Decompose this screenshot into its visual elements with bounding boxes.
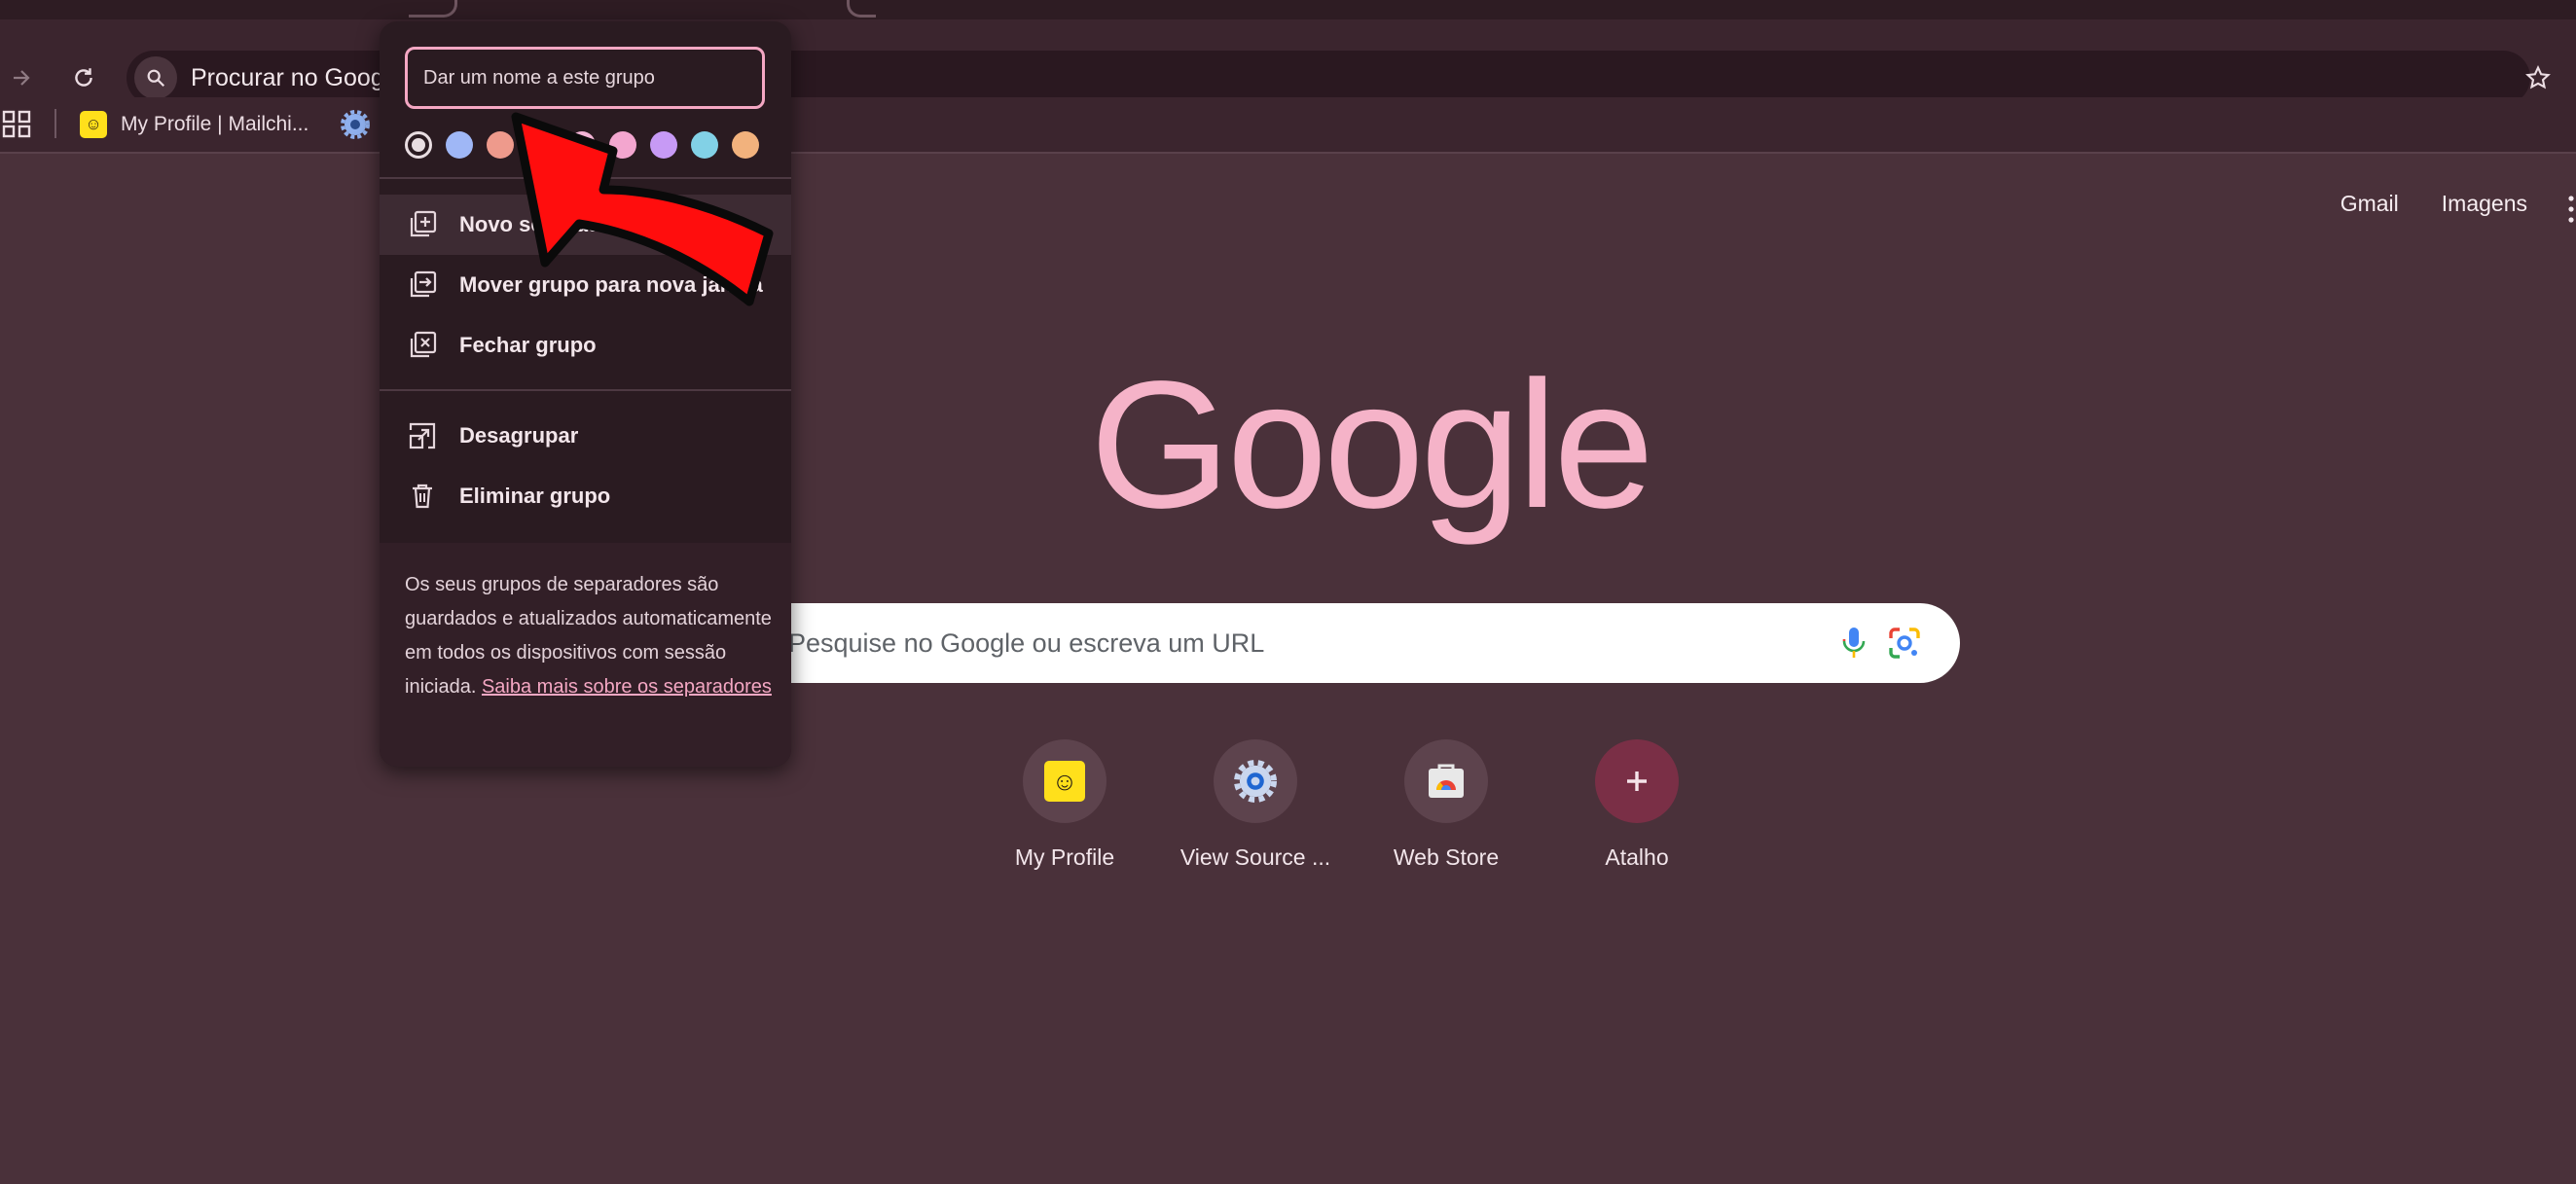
browser-window: Procurar no Goog ☺ My Profile | Mailchi.… — [0, 0, 2576, 1184]
color-swatch-grey[interactable] — [405, 131, 432, 159]
trash-icon — [413, 484, 432, 509]
menu-footer: Os seus grupos de separadores são guarda… — [380, 543, 791, 767]
shortcut-my-profile[interactable]: ☺ My Profile — [969, 739, 1160, 871]
search-icon — [134, 56, 177, 99]
gear-icon — [1234, 760, 1277, 803]
ntp-search-box[interactable]: Pesquise no Google ou escreva um URL — [740, 603, 1960, 683]
mailchimp-icon: ☺ — [80, 111, 107, 138]
shortcut-add[interactable]: Atalho — [1542, 739, 1732, 871]
reload-icon — [75, 68, 92, 87]
move-window-icon — [410, 270, 437, 298]
menu-divider — [380, 389, 791, 391]
close-group-item[interactable]: Fechar grupo — [380, 315, 791, 376]
webstore-icon — [1429, 764, 1464, 798]
menu-item-label: Eliminar grupo — [459, 484, 611, 508]
bookmark-label: My Profile | Mailchi... — [121, 113, 309, 135]
tab-edge[interactable] — [409, 0, 457, 18]
gear-icon — [341, 110, 370, 139]
forward-arrow-icon — [14, 70, 30, 86]
shortcut-web-store[interactable]: Web Store — [1351, 739, 1542, 871]
shortcut-tile: ☺ — [1023, 739, 1107, 823]
shortcut-label: Atalho — [1605, 844, 1669, 870]
shortcut-tile — [1595, 739, 1679, 823]
reload-button[interactable] — [62, 56, 105, 99]
tab-strip — [0, 0, 2576, 19]
more-dots-icon[interactable] — [2566, 195, 2576, 224]
shortcut-label: Web Store — [1393, 844, 1500, 870]
menu-item-label: Fechar grupo — [459, 333, 597, 357]
footer-text: Os seus grupos de separadores são guarda… — [405, 568, 775, 704]
tab-edge[interactable] — [847, 0, 876, 18]
shortcut-tile — [1214, 739, 1297, 823]
forward-button[interactable] — [0, 56, 43, 99]
mailchimp-icon: ☺ — [1044, 761, 1085, 802]
search-placeholder: Pesquise no Google ou escreva um URL — [788, 628, 1265, 658]
annotation-arrow — [511, 112, 774, 306]
images-link[interactable]: Imagens — [2442, 191, 2527, 217]
gmail-link[interactable]: Gmail — [2340, 191, 2399, 217]
lens-icon[interactable] — [1888, 627, 1921, 660]
microphone-icon[interactable] — [1841, 627, 1867, 660]
delete-group-item[interactable]: Eliminar grupo — [380, 466, 791, 526]
apps-icon[interactable] — [2, 108, 33, 139]
ungroup-icon — [409, 422, 436, 449]
google-logo: Google — [1090, 344, 1654, 546]
close-group-icon — [410, 331, 437, 358]
shortcut-tile — [1404, 739, 1488, 823]
learn-more-link[interactable]: Saiba mais sobre os separadores — [482, 676, 772, 698]
bookmark-view-source[interactable] — [341, 105, 370, 144]
bookmark-mailchimp[interactable]: ☺ My Profile | Mailchi... — [80, 105, 308, 144]
color-swatch-blue[interactable] — [446, 131, 473, 159]
menu-item-label: Desagrupar — [459, 423, 579, 448]
address-bar-text: Procurar no Goog — [191, 63, 384, 91]
shortcuts-row: ☺ My Profile View Source ... Web Store A… — [969, 739, 1732, 871]
ntp-top-links: Gmail Imagens — [2340, 191, 2527, 217]
star-icon — [2525, 65, 2551, 90]
new-tab-icon — [410, 210, 437, 237]
plus-icon — [1627, 771, 1647, 791]
shortcut-view-source[interactable]: View Source ... — [1160, 739, 1351, 871]
bookmarks-divider — [54, 109, 56, 138]
shortcut-label: View Source ... — [1179, 844, 1331, 870]
shortcut-label: My Profile — [1014, 844, 1115, 870]
bookmark-star-button[interactable] — [2516, 55, 2560, 100]
ungroup-item[interactable]: Desagrupar — [380, 406, 791, 466]
